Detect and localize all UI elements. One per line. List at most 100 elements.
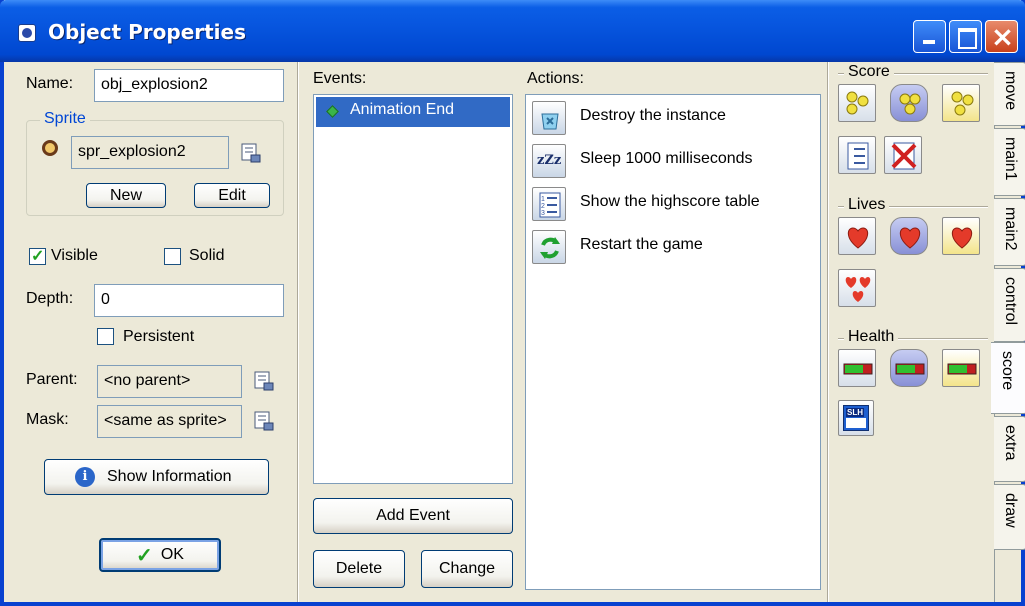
clear-highscore-icon: [891, 142, 917, 170]
test-score-button[interactable]: [890, 84, 928, 122]
sprite-browse-icon[interactable]: [240, 142, 262, 164]
show-highscore-button[interactable]: [838, 136, 876, 174]
object-properties-window: Object Properties × Name: obj_explosion2…: [0, 0, 1025, 606]
name-input[interactable]: obj_explosion2: [94, 69, 284, 102]
tab-main2[interactable]: main2: [994, 198, 1025, 266]
tab-label: draw: [1002, 493, 1019, 528]
set-health-button[interactable]: [838, 349, 876, 387]
tab-label: main1: [1002, 137, 1019, 181]
window-icon: [18, 24, 36, 42]
action-label: Show the highscore table: [580, 193, 760, 210]
mask-field[interactable]: <same as sprite>: [97, 405, 242, 438]
destroy-instance-icon: [532, 101, 566, 135]
change-event-button[interactable]: Change: [421, 550, 513, 588]
sleep-icon: zZz: [532, 144, 566, 178]
heart-icon: [847, 227, 869, 249]
parent-browse-icon[interactable]: [253, 370, 275, 392]
highscore-table-icon: 123: [532, 187, 566, 221]
ok-label: OK: [160, 546, 184, 563]
set-score-button[interactable]: [838, 84, 876, 122]
event-diamond-icon: [326, 105, 339, 118]
draw-lives-button[interactable]: [942, 217, 980, 255]
action-item-highscore[interactable]: 123 Show the highscore table: [532, 187, 817, 225]
sprite-group-label: Sprite: [40, 110, 90, 128]
minimize-button[interactable]: [913, 20, 946, 53]
clear-highscore-button[interactable]: [884, 136, 922, 174]
tab-main1[interactable]: main1: [994, 128, 1025, 196]
test-health-button[interactable]: [890, 349, 928, 387]
draw-lives-image-button[interactable]: [838, 269, 876, 307]
actions-list[interactable]: Destroy the instance zZz Sleep 1000 mill…: [525, 94, 821, 590]
edit-sprite-button[interactable]: Edit: [194, 183, 270, 208]
draw-health-button[interactable]: [942, 349, 980, 387]
tab-label: extra: [1002, 425, 1019, 461]
window-title: Object Properties: [48, 20, 247, 44]
score-caption-button[interactable]: SLH: [838, 400, 874, 436]
action-item-restart[interactable]: Restart the game: [532, 230, 817, 268]
new-sprite-button[interactable]: New: [86, 183, 166, 208]
show-information-label: Show Information: [107, 468, 232, 485]
mask-label: Mask:: [26, 411, 69, 428]
restart-game-icon: [532, 230, 566, 264]
show-information-button[interactable]: i Show Information: [44, 459, 269, 495]
depth-input[interactable]: 0: [94, 284, 284, 317]
title-bar[interactable]: Object Properties ×: [0, 0, 1025, 62]
health-draw-icon: [947, 363, 977, 375]
palette-tabs: move main1 main2 control score extra dra…: [991, 62, 1025, 602]
events-list[interactable]: Animation End: [313, 94, 513, 484]
maximize-button[interactable]: [949, 20, 982, 53]
set-lives-button[interactable]: [838, 217, 876, 255]
score-section-label: Score: [844, 63, 894, 81]
depth-label: Depth:: [26, 290, 74, 307]
draw-score-button[interactable]: [942, 84, 980, 122]
parent-field[interactable]: <no parent>: [97, 365, 242, 398]
tab-label: control: [1002, 277, 1019, 326]
solid-label: Solid: [189, 247, 225, 264]
heart-draw-icon: [951, 227, 973, 249]
visible-label: Visible: [51, 247, 98, 264]
svg-text:2: 2: [541, 203, 545, 210]
add-event-button[interactable]: Add Event: [313, 498, 513, 534]
actions-header: Actions:: [527, 70, 584, 87]
sprite-field[interactable]: spr_explosion2: [71, 136, 229, 169]
parent-label: Parent:: [26, 371, 78, 388]
score-coins-icon: [846, 91, 869, 115]
action-label: Destroy the instance: [580, 107, 726, 124]
divider-right: [827, 62, 829, 602]
test-lives-button[interactable]: [890, 217, 928, 255]
action-label: Sleep 1000 milliseconds: [580, 150, 753, 167]
tab-control[interactable]: control: [994, 268, 1025, 342]
hearts-image-icon: [845, 277, 871, 302]
tab-label: score: [999, 351, 1016, 391]
lives-section-label: Lives: [844, 196, 890, 214]
tab-score[interactable]: score: [991, 342, 1025, 414]
checkmark-icon: ✓: [136, 544, 153, 567]
event-item-animation-end[interactable]: Animation End: [316, 97, 510, 127]
mask-browse-icon[interactable]: [253, 410, 275, 432]
sleep-glyph: zZz: [537, 153, 562, 168]
action-item-sleep[interactable]: zZz Sleep 1000 milliseconds: [532, 144, 817, 182]
tab-draw[interactable]: draw: [994, 484, 1025, 550]
svg-text:3: 3: [541, 210, 545, 217]
close-button[interactable]: ×: [985, 20, 1018, 53]
sprite-icon: [42, 140, 58, 156]
name-label: Name:: [26, 75, 74, 92]
persistent-label: Persistent: [123, 328, 195, 345]
health-section-label: Health: [844, 328, 899, 346]
solid-checkbox[interactable]: [164, 248, 181, 265]
action-item-destroy[interactable]: Destroy the instance: [532, 101, 817, 139]
visible-checkbox[interactable]: [29, 246, 46, 266]
tab-label: move: [1002, 71, 1019, 111]
action-label: Restart the game: [580, 236, 703, 253]
persistent-checkbox[interactable]: [97, 328, 114, 345]
heart-test-icon: [899, 227, 921, 249]
caption-window-icon: SLH: [843, 405, 869, 431]
tab-extra[interactable]: extra: [994, 416, 1025, 482]
info-icon: i: [75, 467, 95, 487]
health-bar-icon: [843, 363, 873, 375]
tab-label: main2: [1002, 207, 1019, 251]
highscore-icon: [847, 142, 869, 170]
ok-button[interactable]: ✓ OK: [99, 538, 221, 572]
tab-move[interactable]: move: [994, 62, 1025, 126]
delete-event-button[interactable]: Delete: [313, 550, 405, 588]
